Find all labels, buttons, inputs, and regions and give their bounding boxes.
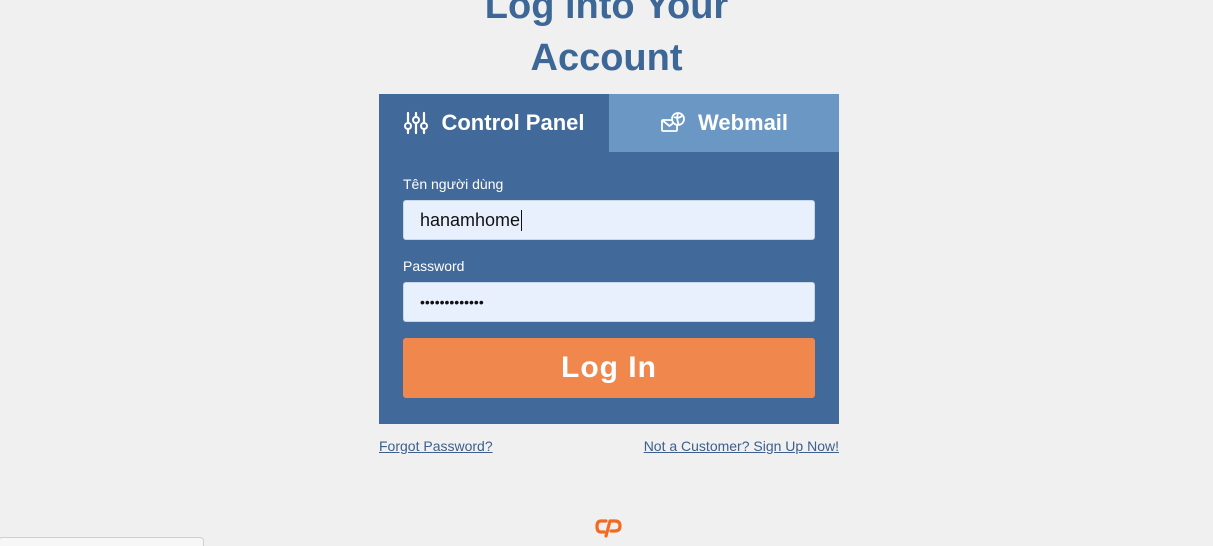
tab-control-panel-label: Control Panel xyxy=(441,110,585,135)
password-input[interactable]: ••••••••••••• xyxy=(403,282,815,322)
login-tabs: Control Panel Webmail xyxy=(379,94,839,152)
login-page: Log into Your Account Control Panel Webm… xyxy=(0,0,1213,546)
signup-link[interactable]: Not a Customer? Sign Up Now! xyxy=(644,438,839,454)
password-label: Password xyxy=(403,258,465,274)
page-title-line2: Account xyxy=(530,37,683,79)
tab-webmail[interactable]: Webmail xyxy=(609,94,839,152)
login-card: Control Panel Webmail Tên người dùng han… xyxy=(379,94,839,424)
page-title: Log into Your Account xyxy=(0,0,1213,84)
username-input[interactable]: hanamhome xyxy=(403,200,815,240)
login-form: Tên người dùng hanamhome Password ••••••… xyxy=(379,152,839,398)
username-value: hanamhome xyxy=(420,209,521,230)
login-links: Forgot Password? Not a Customer? Sign Up… xyxy=(379,438,839,454)
cpanel-logo-icon xyxy=(594,516,624,538)
sliders-icon xyxy=(403,110,429,136)
mail-globe-icon xyxy=(660,110,686,136)
forgot-password-link[interactable]: Forgot Password? xyxy=(379,438,493,454)
password-value: ••••••••••••• xyxy=(420,294,484,310)
status-chip xyxy=(0,537,204,546)
tab-webmail-label: Webmail xyxy=(697,110,789,135)
text-caret xyxy=(521,209,523,231)
login-button[interactable]: Log In xyxy=(403,338,815,398)
page-title-line1: Log into Your xyxy=(484,0,729,27)
username-label: Tên người dùng xyxy=(403,176,504,192)
tab-control-panel[interactable]: Control Panel xyxy=(379,94,609,152)
